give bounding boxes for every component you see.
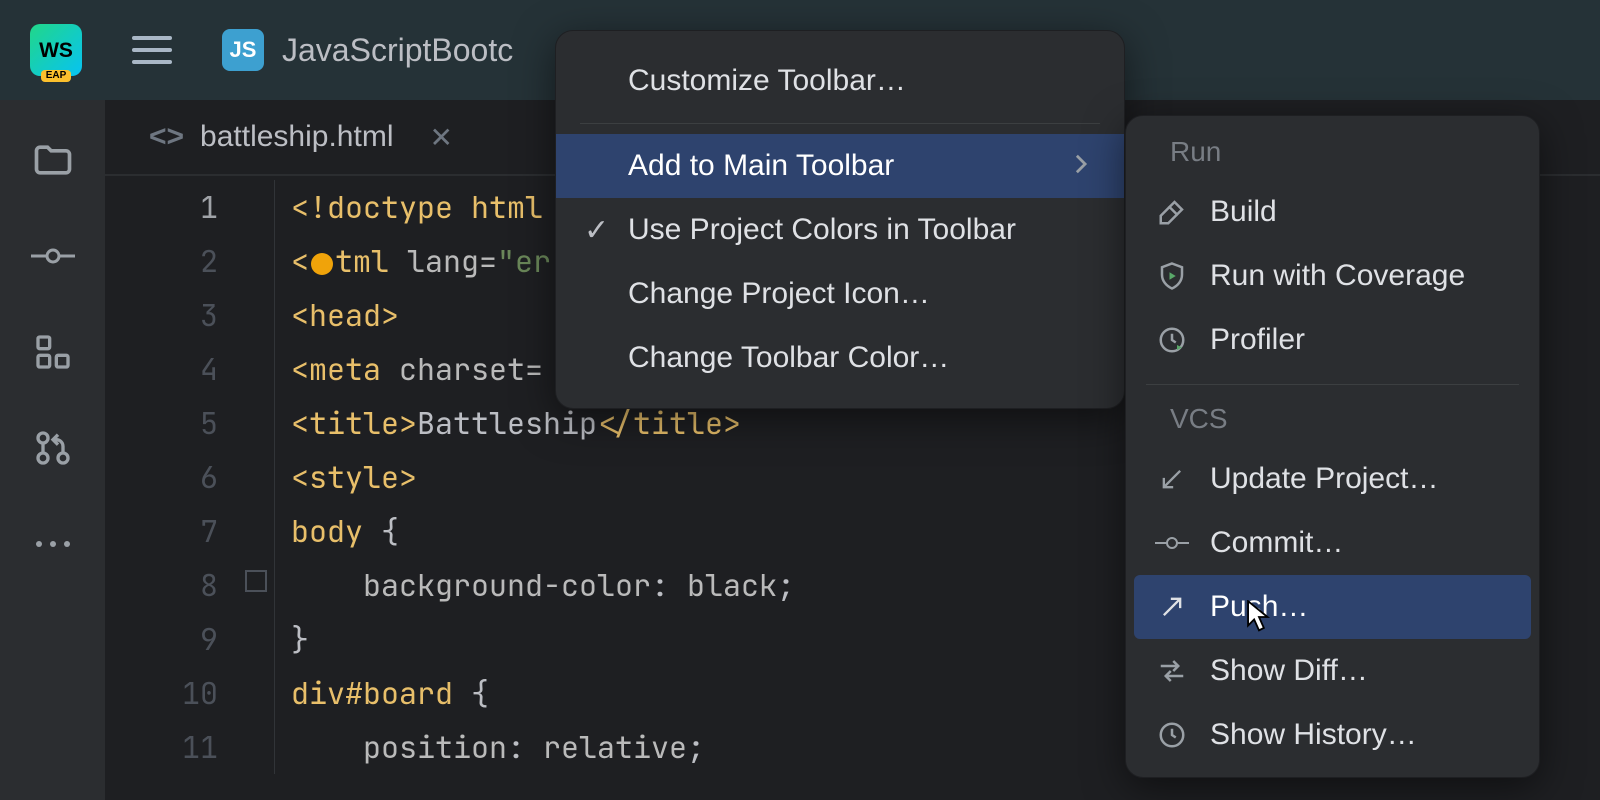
file-tab[interactable]: <> battleship.html ✕ — [133, 112, 469, 162]
menu-separator — [580, 123, 1100, 124]
hammer-icon — [1154, 194, 1190, 230]
submenu-header-run: Run — [1126, 130, 1539, 180]
chevron-right-icon — [1074, 149, 1088, 183]
ide-logo-icon[interactable]: WS EAP — [30, 24, 82, 76]
submenu-item-show-history[interactable]: Show History… — [1126, 703, 1539, 767]
menu-item-use-project-colors[interactable]: ✓ Use Project Colors in Toolbar — [556, 198, 1124, 262]
pull-request-icon[interactable] — [31, 426, 75, 470]
menu-item-customize-toolbar[interactable]: Customize Toolbar… — [556, 49, 1124, 113]
submenu-item-profiler[interactable]: Profiler — [1126, 308, 1539, 372]
tab-label: battleship.html — [200, 120, 393, 154]
submenu-item-run-coverage[interactable]: Run with Coverage — [1126, 244, 1539, 308]
submenu-item-push[interactable]: Push… — [1134, 575, 1531, 639]
submenu-header-vcs: VCS — [1126, 397, 1539, 447]
project-title: JavaScriptBootc — [282, 32, 513, 69]
context-menu: Customize Toolbar… Add to Main Toolbar ✓… — [555, 30, 1125, 409]
intention-bulb-icon[interactable] — [311, 253, 333, 275]
shield-play-icon — [1154, 258, 1190, 294]
clock-icon — [1154, 717, 1190, 753]
gutter-mark-icon[interactable] — [245, 570, 267, 592]
submenu-item-update-project[interactable]: Update Project… — [1126, 447, 1539, 511]
structure-icon[interactable] — [31, 330, 75, 374]
tool-sidebar — [0, 100, 105, 800]
menu-item-add-to-main-toolbar[interactable]: Add to Main Toolbar — [556, 134, 1124, 198]
breadcrumb[interactable]: JS JavaScriptBootc — [222, 29, 513, 71]
check-icon: ✓ — [584, 213, 609, 248]
menu-item-change-toolbar-color[interactable]: Change Toolbar Color… — [556, 326, 1124, 390]
menu-separator — [1146, 384, 1519, 385]
menu-item-change-project-icon[interactable]: Change Project Icon… — [556, 262, 1124, 326]
js-badge-icon: JS — [222, 29, 264, 71]
close-icon[interactable]: ✕ — [429, 121, 452, 154]
diff-arrows-icon — [1154, 653, 1190, 689]
html-file-icon: <> — [149, 120, 184, 154]
submenu-item-build[interactable]: Build — [1126, 180, 1539, 244]
commit-icon[interactable] — [31, 234, 75, 278]
commit-dot-icon — [1154, 525, 1190, 561]
profiler-icon — [1154, 322, 1190, 358]
folder-icon[interactable] — [31, 138, 75, 182]
submenu-add-to-toolbar: Run Build Run with Coverage Profiler VCS… — [1125, 115, 1540, 778]
submenu-item-show-diff[interactable]: Show Diff… — [1126, 639, 1539, 703]
hamburger-menu-icon[interactable] — [132, 36, 172, 64]
more-icon[interactable] — [31, 522, 75, 566]
upload-arrow-icon — [1154, 589, 1190, 625]
submenu-item-commit[interactable]: Commit… — [1126, 511, 1539, 575]
line-gutter: 1 2 3 4 5 6 7 8 9 10 11 — [105, 180, 275, 774]
download-arrow-icon — [1154, 461, 1190, 497]
